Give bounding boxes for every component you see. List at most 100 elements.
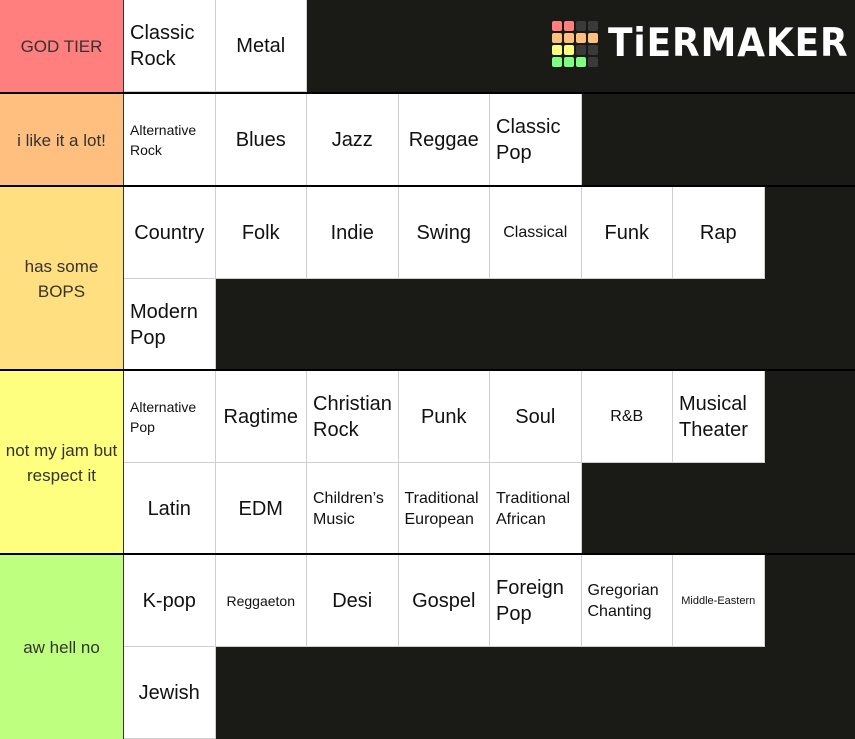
tier-row-has-some-bops: has some BOPS Country Folk Indie Swing Class… bbox=[0, 185, 855, 371]
tier-item-label: K-pop bbox=[142, 589, 196, 612]
tier-item-label: Traditional African bbox=[496, 489, 571, 528]
logo-grid-cell bbox=[588, 33, 598, 43]
tier-item-label: Classic Pop bbox=[496, 115, 561, 164]
tiermaker-logo-icon bbox=[552, 21, 598, 67]
tier-item-label: Punk bbox=[420, 405, 467, 428]
tier-item-modern-pop[interactable]: Modern Pop bbox=[124, 279, 216, 371]
tier-item-label: Funk bbox=[604, 221, 649, 244]
logo-grid-cell bbox=[588, 45, 598, 55]
tier-item-indie[interactable]: Indie bbox=[307, 187, 399, 279]
tier-item-label: Jewish bbox=[138, 681, 200, 704]
logo-grid-cell bbox=[576, 57, 586, 67]
tier-item-musical-theater[interactable]: Musical Theater bbox=[673, 371, 765, 463]
tier-item-christian-rock[interactable]: Christian Rock bbox=[307, 371, 399, 463]
tier-item-edm[interactable]: EDM bbox=[215, 463, 307, 555]
tier-item-country[interactable]: Country bbox=[124, 187, 216, 279]
tier-item-alternative-pop[interactable]: Alternative Pop bbox=[124, 371, 216, 463]
tier-item-latin[interactable]: Latin bbox=[124, 463, 216, 555]
tier-item-jazz[interactable]: Jazz bbox=[307, 94, 399, 186]
tier-item-k-pop[interactable]: K-pop bbox=[124, 555, 216, 647]
tier-item-punk[interactable]: Punk bbox=[398, 371, 490, 463]
tier-item-foreign-pop[interactable]: Foreign Pop bbox=[490, 555, 582, 647]
tier-list: GOD TIER Classic Rock Metal i like it a l… bbox=[0, 0, 855, 739]
tier-item-label: Alternative Pop bbox=[130, 398, 197, 435]
tier-item-classic-pop[interactable]: Classic Pop bbox=[490, 94, 582, 186]
tier-item-label: Swing bbox=[416, 221, 471, 244]
tier-item-gospel[interactable]: Gospel bbox=[398, 555, 490, 647]
tier-item-metal[interactable]: Metal bbox=[215, 0, 307, 92]
tier-item-soul[interactable]: Soul bbox=[490, 371, 582, 463]
tier-item-label: Indie bbox=[330, 221, 374, 244]
tier-row-aw-hell-no: aw hell no K-pop Reggaeton Desi Gospel Forei… bbox=[0, 553, 855, 739]
tier-item-label: Ragtime bbox=[223, 405, 298, 428]
tier-item-label: Modern Pop bbox=[130, 300, 198, 349]
logo-grid-cell bbox=[576, 45, 586, 55]
tier-item-reggaeton[interactable]: Reggaeton bbox=[215, 555, 307, 647]
tier-items: Alternative Pop Ragtime Christian Rock Punk… bbox=[124, 371, 855, 555]
tier-item-classic-rock[interactable]: Classic Rock bbox=[124, 0, 216, 92]
logo-grid-cell bbox=[552, 45, 562, 55]
tier-item-blues[interactable]: Blues bbox=[215, 94, 307, 186]
tier-item-label: Metal bbox=[236, 34, 286, 57]
tier-items: Country Folk Indie Swing Classical Funk Rap Mod… bbox=[124, 187, 855, 371]
tier-item-label: Reggaeton bbox=[226, 592, 295, 609]
tier-item-label: Soul bbox=[515, 405, 556, 428]
tier-item-label: Foreign Pop bbox=[496, 576, 564, 625]
tier-item-label: Blues bbox=[235, 128, 286, 151]
tier-item-label: Classic Rock bbox=[130, 21, 195, 70]
tier-item-funk[interactable]: Funk bbox=[581, 187, 673, 279]
tiermaker-logo-text: TiERMAKER bbox=[608, 21, 849, 66]
tier-item-label: Jazz bbox=[331, 128, 373, 151]
tier-item-label: Latin bbox=[147, 497, 191, 520]
logo-grid-cell bbox=[552, 33, 562, 43]
tier-item-label: R&B bbox=[610, 408, 644, 425]
tier-item-gregorian-chanting[interactable]: Gregorian Chanting bbox=[581, 555, 673, 647]
tier-item-jewish[interactable]: Jewish bbox=[124, 647, 216, 739]
logo-grid-cell bbox=[552, 57, 562, 67]
tier-item-label: Folk bbox=[241, 221, 280, 244]
logo-grid-cell bbox=[576, 21, 586, 31]
tier-row-like-a-lot: i like it a lot! Alternative Rock Blues Ja… bbox=[0, 92, 855, 186]
logo-grid-cell bbox=[564, 45, 574, 55]
tier-item-label: Gospel bbox=[412, 589, 476, 612]
tier-row-not-my-jam: not my jam but respect it Alternative Po… bbox=[0, 369, 855, 555]
logo-grid-cell bbox=[564, 21, 574, 31]
tier-item-children-s-music[interactable]: Children’s Music bbox=[307, 463, 399, 555]
tier-item-traditional-european[interactable]: Traditional European bbox=[398, 463, 490, 555]
tier-label[interactable]: has some BOPS bbox=[0, 187, 124, 371]
tier-item-r-b[interactable]: R&B bbox=[581, 371, 673, 463]
tier-item-ragtime[interactable]: Ragtime bbox=[215, 371, 307, 463]
tier-item-middle-eastern[interactable]: Middle-Eastern bbox=[673, 555, 765, 647]
logo-grid-cell bbox=[564, 33, 574, 43]
tier-item-label: Desi bbox=[332, 589, 373, 612]
tier-item-rap[interactable]: Rap bbox=[673, 187, 765, 279]
tier-item-label: EDM bbox=[238, 497, 283, 520]
tier-item-label: Middle-Eastern bbox=[681, 594, 756, 607]
tier-item-label: Gregorian Chanting bbox=[587, 581, 659, 620]
tier-items: Alternative Rock Blues Jazz Reggae Classic P… bbox=[124, 94, 855, 186]
logo-grid-cell bbox=[576, 33, 586, 43]
tier-item-label: Rap bbox=[699, 221, 737, 244]
tier-item-label: Musical Theater bbox=[679, 392, 748, 441]
tiermaker-logo[interactable]: TiERMAKER bbox=[552, 21, 855, 67]
tier-label[interactable]: i like it a lot! bbox=[0, 94, 124, 186]
tier-item-desi[interactable]: Desi bbox=[307, 555, 399, 647]
tier-label[interactable]: not my jam but respect it bbox=[0, 371, 124, 555]
tier-label[interactable]: aw hell no bbox=[0, 555, 124, 739]
tier-item-traditional-african[interactable]: Traditional African bbox=[490, 463, 582, 555]
tier-label[interactable]: GOD TIER bbox=[0, 0, 124, 93]
logo-grid-cell bbox=[588, 57, 598, 67]
tier-item-label: Alternative Rock bbox=[130, 121, 197, 158]
tier-item-alternative-rock[interactable]: Alternative Rock bbox=[124, 94, 216, 186]
logo-grid-cell bbox=[552, 21, 562, 31]
tier-item-label: Classical bbox=[503, 224, 568, 241]
tier-item-folk[interactable]: Folk bbox=[215, 187, 307, 279]
tier-item-label: Children’s Music bbox=[313, 489, 384, 528]
tier-item-classical[interactable]: Classical bbox=[490, 187, 582, 279]
tier-item-reggae[interactable]: Reggae bbox=[398, 94, 490, 186]
tier-item-label: Traditional European bbox=[404, 489, 479, 528]
tier-item-label: Country bbox=[134, 221, 205, 244]
logo-grid-cell bbox=[564, 57, 574, 67]
tier-item-label: Reggae bbox=[408, 128, 479, 151]
tier-item-swing[interactable]: Swing bbox=[398, 187, 490, 279]
